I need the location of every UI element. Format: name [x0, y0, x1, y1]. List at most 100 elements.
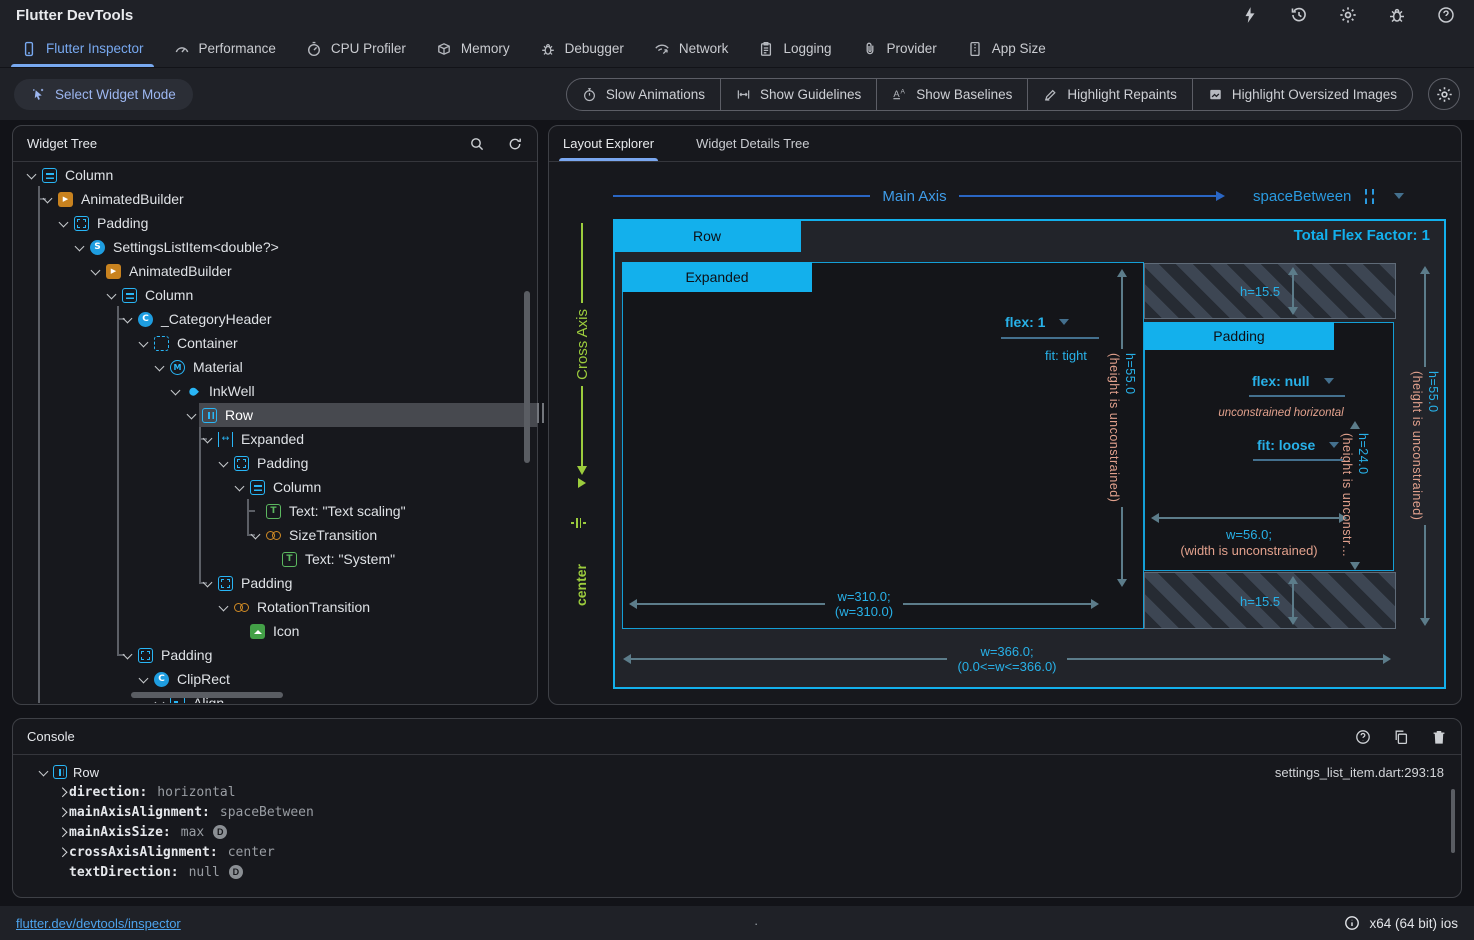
tree-item[interactable]: Padding	[13, 571, 537, 595]
chevron-right-icon[interactable]	[55, 845, 69, 859]
chevron-down-icon[interactable]	[201, 432, 215, 446]
settings-gear-icon[interactable]	[1338, 5, 1358, 25]
tree-item[interactable]: Expanded	[13, 427, 537, 451]
tree-item[interactable]: _CategoryHeader	[13, 307, 537, 331]
source-location-link[interactable]: settings_list_item.dart:293:18	[1275, 765, 1461, 780]
chevron-down-icon[interactable]	[73, 240, 87, 254]
history-icon[interactable]	[1289, 5, 1309, 25]
expanded-flex-dropdown[interactable]: flex: 1	[1005, 314, 1069, 330]
tab-app-size[interactable]: App Size	[952, 30, 1061, 67]
refresh-icon[interactable]	[507, 136, 523, 152]
tree-item[interactable]: Column	[13, 163, 537, 187]
clear-console-icon[interactable]	[1431, 729, 1447, 745]
tab-cpu-profiler[interactable]: CPU Profiler	[291, 30, 421, 67]
tab-flutter-inspector[interactable]: Flutter Inspector	[6, 30, 159, 67]
tree-item[interactable]: AnimatedBuilder	[13, 259, 537, 283]
tab-debugger[interactable]: Debugger	[525, 30, 639, 67]
info-icon[interactable]	[1344, 915, 1360, 931]
chevron-down-icon[interactable]	[121, 648, 135, 662]
chevron-down-icon[interactable]	[89, 264, 103, 278]
console-property-row[interactable]: mainAxisAlignment: spaceBetween	[13, 802, 1461, 822]
tab-logging[interactable]: Logging	[743, 30, 846, 67]
horizontal-scrollbar[interactable]	[131, 692, 283, 698]
cross-axis-alignment-value[interactable]: center	[573, 564, 589, 606]
search-icon[interactable]	[469, 136, 485, 152]
chevron-down-icon[interactable]	[233, 480, 247, 494]
report-bug-icon[interactable]	[1387, 5, 1407, 25]
tree-item[interactable]: SettingsListItem<double?>	[13, 235, 537, 259]
tree-item[interactable]: Column	[13, 475, 537, 499]
tree-item[interactable]: Container	[13, 331, 537, 355]
chevron-down-icon[interactable]	[217, 600, 231, 614]
tree-item[interactable]: Padding	[13, 643, 537, 667]
tree-item[interactable]: SizeTransition	[13, 523, 537, 547]
console-property-row[interactable]: crossAxisAlignment: center	[13, 842, 1461, 862]
console-node-row[interactable]: Row settings_list_item.dart:293:18	[13, 762, 1461, 782]
padding-fit-dropdown[interactable]: fit: loose	[1257, 437, 1339, 453]
highlight-repaints-button[interactable]: Highlight Repaints	[1027, 79, 1192, 110]
console-help-icon[interactable]	[1355, 729, 1371, 745]
center-alignment-icon[interactable]	[571, 518, 586, 528]
tree-item[interactable]: Text: "System"	[13, 547, 537, 571]
property-value: center	[228, 845, 275, 860]
show-guidelines-button[interactable]: Show Guidelines	[720, 79, 876, 110]
select-widget-mode-button[interactable]: Select Widget Mode	[14, 79, 193, 110]
help-icon[interactable]	[1436, 5, 1456, 25]
tree-item[interactable]: AnimatedBuilder	[13, 187, 537, 211]
chevron-down-icon[interactable]	[57, 216, 71, 230]
tab-layout-explorer[interactable]: Layout Explorer	[563, 126, 654, 161]
chevron-down-icon[interactable]	[201, 576, 215, 590]
chevron-down-icon[interactable]	[137, 672, 151, 686]
tab-performance[interactable]: Performance	[159, 30, 291, 67]
console-property-row[interactable]: mainAxisSize: max D	[13, 822, 1461, 842]
console-content[interactable]: Row settings_list_item.dart:293:18 direc…	[13, 762, 1461, 882]
tree-item[interactable]: Padding	[13, 451, 537, 475]
highlight-oversized-images-button[interactable]: Highlight Oversized Images	[1192, 79, 1412, 110]
tree-item[interactable]: InkWell	[13, 379, 537, 403]
console-property-row[interactable]: textDirection: null D	[13, 862, 1461, 882]
tree-item[interactable]: ClipRect	[13, 667, 537, 691]
chevron-down-icon[interactable]	[121, 312, 135, 326]
tree-item[interactable]: Row	[13, 403, 537, 427]
chevron-right-icon[interactable]	[55, 825, 69, 839]
tree-item[interactable]: Material	[13, 355, 537, 379]
chevron-down-icon[interactable]	[25, 168, 39, 182]
show-baselines-button[interactable]: AA Show Baselines	[876, 79, 1027, 110]
chevron-right-icon[interactable]	[55, 805, 69, 819]
main-axis-alignment-dropdown[interactable]: spaceBetween	[1253, 186, 1404, 206]
devtools-docs-link[interactable]: flutter.dev/devtools/inspector	[16, 916, 181, 931]
chevron-down-icon[interactable]	[169, 384, 183, 398]
tree-item[interactable]: Icon	[13, 619, 537, 643]
hot-reload-icon[interactable]	[1240, 5, 1260, 25]
cross-axis-dropdown-chevron[interactable]	[578, 478, 586, 488]
widget-tree-scroll-area[interactable]: Column AnimatedBuilder	[13, 163, 537, 703]
chevron-down-icon[interactable]	[153, 360, 167, 374]
chevron-down-icon[interactable]	[249, 528, 263, 542]
tree-item[interactable]: Padding	[13, 211, 537, 235]
tab-memory[interactable]: Memory	[421, 30, 525, 67]
tab-widget-details-tree[interactable]: Widget Details Tree	[696, 126, 809, 161]
copy-icon[interactable]	[1393, 729, 1409, 745]
vertical-scrollbar[interactable]	[524, 291, 530, 463]
chevron-right-icon[interactable]	[55, 785, 69, 799]
console-property-row[interactable]: direction: horizontal	[13, 782, 1461, 802]
slow-animations-button[interactable]: Slow Animations	[567, 79, 720, 110]
expanded-widget-tab[interactable]: Expanded	[622, 262, 812, 292]
tree-item[interactable]: RotationTransition	[13, 595, 537, 619]
chevron-down-icon[interactable]	[37, 765, 51, 779]
padding-flex-dropdown[interactable]: flex: null	[1252, 373, 1334, 389]
inspector-settings-button[interactable]	[1428, 78, 1460, 110]
chevron-down-icon[interactable]	[137, 336, 151, 350]
row-widget-tab[interactable]: Row	[613, 219, 801, 252]
panel-splitter[interactable]	[537, 403, 544, 423]
chevron-down-icon[interactable]	[105, 288, 119, 302]
chevron-down-icon[interactable]	[41, 192, 55, 206]
chevron-down-icon[interactable]	[217, 456, 231, 470]
chevron-down-icon[interactable]	[185, 408, 199, 422]
tree-item[interactable]: Column	[13, 283, 537, 307]
tab-network[interactable]: Network	[639, 30, 744, 67]
padding-widget-tab[interactable]: Padding	[1144, 322, 1334, 350]
tree-item[interactable]: Text: "Text scaling"	[13, 499, 537, 523]
console-scrollbar[interactable]	[1451, 789, 1455, 853]
tab-provider[interactable]: Provider	[847, 30, 952, 67]
